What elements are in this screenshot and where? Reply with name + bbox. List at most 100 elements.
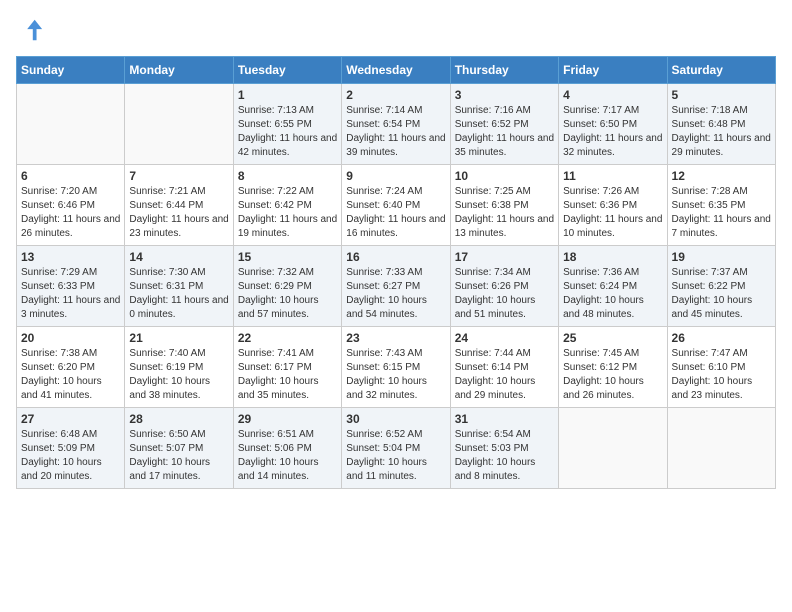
day-cell: 25 Sunrise: 7:45 AM Sunset: 6:12 PM Dayli… xyxy=(559,327,667,408)
day-number: 4 xyxy=(563,88,662,102)
week-row-2: 6 Sunrise: 7:20 AM Sunset: 6:46 PM Daylig… xyxy=(17,165,776,246)
day-info: Sunrise: 7:45 AM Sunset: 6:12 PM Dayligh… xyxy=(563,347,662,403)
day-cell: 15 Sunrise: 7:32 AM Sunset: 6:29 PM Dayli… xyxy=(233,246,341,327)
day-number: 10 xyxy=(455,169,554,183)
day-info: Sunrise: 7:41 AM Sunset: 6:17 PM Dayligh… xyxy=(238,347,337,403)
day-cell xyxy=(125,84,233,165)
day-info: Sunrise: 7:37 AM Sunset: 6:22 PM Dayligh… xyxy=(672,266,771,322)
day-cell: 26 Sunrise: 7:47 AM Sunset: 6:10 PM Dayli… xyxy=(667,327,775,408)
header-thursday: Thursday xyxy=(450,57,558,84)
day-number: 8 xyxy=(238,169,337,183)
day-cell: 18 Sunrise: 7:36 AM Sunset: 6:24 PM Dayli… xyxy=(559,246,667,327)
day-info: Sunrise: 6:52 AM Sunset: 5:04 PM Dayligh… xyxy=(346,428,445,484)
day-cell: 12 Sunrise: 7:28 AM Sunset: 6:35 PM Dayli… xyxy=(667,165,775,246)
day-info: Sunrise: 6:54 AM Sunset: 5:03 PM Dayligh… xyxy=(455,428,554,484)
calendar-table: SundayMondayTuesdayWednesdayThursdayFrid… xyxy=(16,56,776,489)
day-info: Sunrise: 7:14 AM Sunset: 6:54 PM Dayligh… xyxy=(346,104,445,160)
day-cell: 11 Sunrise: 7:26 AM Sunset: 6:36 PM Dayli… xyxy=(559,165,667,246)
day-cell: 20 Sunrise: 7:38 AM Sunset: 6:20 PM Dayli… xyxy=(17,327,125,408)
day-info: Sunrise: 7:17 AM Sunset: 6:50 PM Dayligh… xyxy=(563,104,662,160)
day-info: Sunrise: 7:24 AM Sunset: 6:40 PM Dayligh… xyxy=(346,185,445,241)
day-number: 28 xyxy=(129,412,228,426)
day-info: Sunrise: 7:36 AM Sunset: 6:24 PM Dayligh… xyxy=(563,266,662,322)
day-number: 26 xyxy=(672,331,771,345)
day-number: 25 xyxy=(563,331,662,345)
day-cell: 9 Sunrise: 7:24 AM Sunset: 6:40 PM Daylig… xyxy=(342,165,450,246)
day-number: 29 xyxy=(238,412,337,426)
day-number: 30 xyxy=(346,412,445,426)
day-number: 16 xyxy=(346,250,445,264)
day-cell: 1 Sunrise: 7:13 AM Sunset: 6:55 PM Daylig… xyxy=(233,84,341,165)
day-cell: 24Sunrise: 7:44 AM Sunset: 6:14 PM Dayli… xyxy=(450,327,558,408)
day-info: Sunrise: 7:13 AM Sunset: 6:55 PM Dayligh… xyxy=(238,104,337,160)
day-number: 21 xyxy=(129,331,228,345)
day-cell: 29 Sunrise: 6:51 AM Sunset: 5:06 PM Dayli… xyxy=(233,408,341,489)
header-sunday: Sunday xyxy=(17,57,125,84)
day-cell: 13Sunrise: 7:29 AM Sunset: 6:33 PM Dayli… xyxy=(17,246,125,327)
day-number: 27 xyxy=(21,412,120,426)
week-row-3: 13Sunrise: 7:29 AM Sunset: 6:33 PM Dayli… xyxy=(17,246,776,327)
day-info: Sunrise: 7:21 AM Sunset: 6:44 PM Dayligh… xyxy=(129,185,228,241)
day-number: 11 xyxy=(563,169,662,183)
day-cell xyxy=(559,408,667,489)
day-cell: 28 Sunrise: 6:50 AM Sunset: 5:07 PM Dayli… xyxy=(125,408,233,489)
header-monday: Monday xyxy=(125,57,233,84)
day-number: 7 xyxy=(129,169,228,183)
day-number: 12 xyxy=(672,169,771,183)
day-cell: 4 Sunrise: 7:17 AM Sunset: 6:50 PM Daylig… xyxy=(559,84,667,165)
day-cell: 5 Sunrise: 7:18 AM Sunset: 6:48 PM Daylig… xyxy=(667,84,775,165)
day-cell: 14 Sunrise: 7:30 AM Sunset: 6:31 PM Dayli… xyxy=(125,246,233,327)
day-info: Sunrise: 7:28 AM Sunset: 6:35 PM Dayligh… xyxy=(672,185,771,241)
day-info: Sunrise: 7:33 AM Sunset: 6:27 PM Dayligh… xyxy=(346,266,445,322)
day-cell: 31 Sunrise: 6:54 AM Sunset: 5:03 PM Dayli… xyxy=(450,408,558,489)
calendar-header-row: SundayMondayTuesdayWednesdayThursdayFrid… xyxy=(17,57,776,84)
day-cell: 19Sunrise: 7:37 AM Sunset: 6:22 PM Dayli… xyxy=(667,246,775,327)
day-info: Sunrise: 6:48 AM Sunset: 5:09 PM Dayligh… xyxy=(21,428,120,484)
day-info: Sunrise: 7:34 AM Sunset: 6:26 PM Dayligh… xyxy=(455,266,554,322)
day-number: 9 xyxy=(346,169,445,183)
day-number: 3 xyxy=(455,88,554,102)
day-cell: 10 Sunrise: 7:25 AM Sunset: 6:38 PM Dayli… xyxy=(450,165,558,246)
day-number: 22 xyxy=(238,331,337,345)
day-cell: 3 Sunrise: 7:16 AM Sunset: 6:52 PM Daylig… xyxy=(450,84,558,165)
day-info: Sunrise: 7:25 AM Sunset: 6:38 PM Dayligh… xyxy=(455,185,554,241)
header-saturday: Saturday xyxy=(667,57,775,84)
day-cell: 17Sunrise: 7:34 AM Sunset: 6:26 PM Dayli… xyxy=(450,246,558,327)
day-number: 2 xyxy=(346,88,445,102)
day-info: Sunrise: 7:47 AM Sunset: 6:10 PM Dayligh… xyxy=(672,347,771,403)
day-number: 31 xyxy=(455,412,554,426)
day-number: 1 xyxy=(238,88,337,102)
day-info: Sunrise: 7:18 AM Sunset: 6:48 PM Dayligh… xyxy=(672,104,771,160)
day-cell xyxy=(17,84,125,165)
day-number: 14 xyxy=(129,250,228,264)
day-cell: 2 Sunrise: 7:14 AM Sunset: 6:54 PM Daylig… xyxy=(342,84,450,165)
day-info: Sunrise: 7:20 AM Sunset: 6:46 PM Dayligh… xyxy=(21,185,120,241)
week-row-5: 27 Sunrise: 6:48 AM Sunset: 5:09 PM Dayli… xyxy=(17,408,776,489)
day-cell xyxy=(667,408,775,489)
day-number: 6 xyxy=(21,169,120,183)
day-number: 15 xyxy=(238,250,337,264)
day-info: Sunrise: 7:16 AM Sunset: 6:52 PM Dayligh… xyxy=(455,104,554,160)
day-info: Sunrise: 7:32 AM Sunset: 6:29 PM Dayligh… xyxy=(238,266,337,322)
day-cell: 8Sunrise: 7:22 AM Sunset: 6:42 PM Daylig… xyxy=(233,165,341,246)
day-info: Sunrise: 6:51 AM Sunset: 5:06 PM Dayligh… xyxy=(238,428,337,484)
logo xyxy=(16,16,48,44)
day-number: 5 xyxy=(672,88,771,102)
day-number: 20 xyxy=(21,331,120,345)
day-cell: 7 Sunrise: 7:21 AM Sunset: 6:44 PM Daylig… xyxy=(125,165,233,246)
day-info: Sunrise: 6:50 AM Sunset: 5:07 PM Dayligh… xyxy=(129,428,228,484)
day-cell: 22 Sunrise: 7:41 AM Sunset: 6:17 PM Dayli… xyxy=(233,327,341,408)
day-number: 23 xyxy=(346,331,445,345)
header-friday: Friday xyxy=(559,57,667,84)
header-wednesday: Wednesday xyxy=(342,57,450,84)
day-info: Sunrise: 7:38 AM Sunset: 6:20 PM Dayligh… xyxy=(21,347,120,403)
day-number: 24 xyxy=(455,331,554,345)
day-info: Sunrise: 7:26 AM Sunset: 6:36 PM Dayligh… xyxy=(563,185,662,241)
header-tuesday: Tuesday xyxy=(233,57,341,84)
day-info: Sunrise: 7:40 AM Sunset: 6:19 PM Dayligh… xyxy=(129,347,228,403)
day-cell: 27 Sunrise: 6:48 AM Sunset: 5:09 PM Dayli… xyxy=(17,408,125,489)
day-number: 18 xyxy=(563,250,662,264)
day-info: Sunrise: 7:30 AM Sunset: 6:31 PM Dayligh… xyxy=(129,266,228,322)
day-info: Sunrise: 7:43 AM Sunset: 6:15 PM Dayligh… xyxy=(346,347,445,403)
day-number: 13 xyxy=(21,250,120,264)
